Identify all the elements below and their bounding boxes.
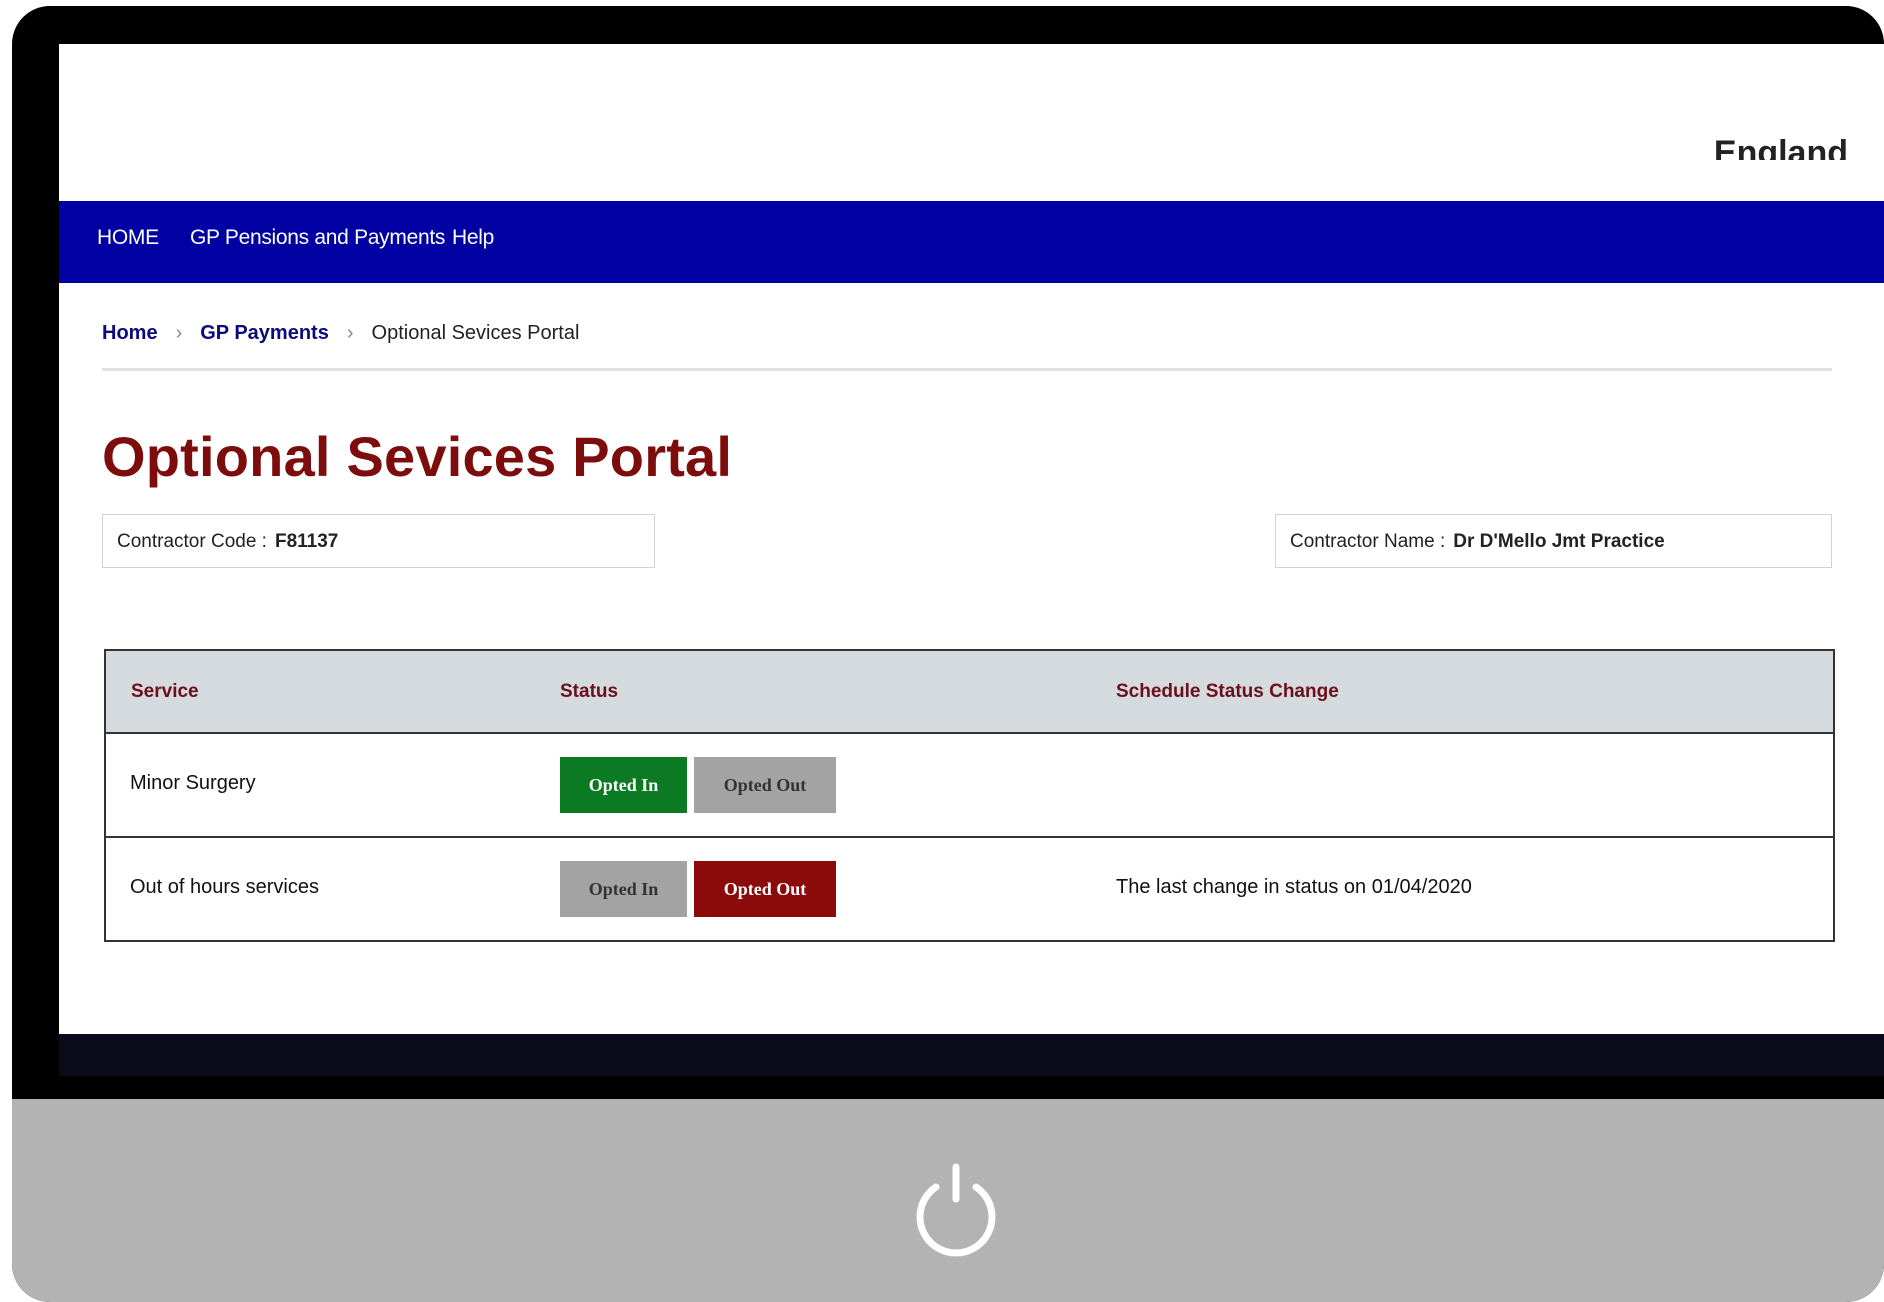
site-footer [59,1034,1884,1076]
chevron-right-icon: › [346,322,354,344]
schedule-status-text: The last change in status on 01/04/2020 [1116,876,1472,898]
breadcrumb: Home › GP Payments › Optional Sevices Portal [102,322,1832,354]
table-row: Out of hours services Opted In Opted Out… [106,838,1833,940]
monitor-frame: England HOME GP Pensions and Payments He… [12,6,1884,1302]
contractor-code-box: Contractor Code : F81137 [102,514,655,568]
table-row: Minor Surgery Opted In Opted Out [106,734,1833,838]
contractor-code-label: Contractor Code : [117,531,267,552]
contractor-name-value: Dr D'Mello Jmt Practice [1453,531,1665,552]
column-header-status: Status [560,681,619,702]
breadcrumb-divider [102,368,1832,371]
browser-screen: England HOME GP Pensions and Payments He… [59,44,1884,1076]
contractor-code-value: F81137 [274,531,339,552]
service-name: Minor Surgery [130,772,256,794]
power-icon[interactable] [908,1159,1004,1259]
nav-item-home[interactable]: HOME [97,226,159,250]
page-title: Optional Sevices Portal [102,425,733,488]
site-header: England [59,44,1884,201]
brand-logo-text: England [1713,136,1848,160]
opted-in-button[interactable]: Opted In [560,861,687,917]
contractor-name-box: Contractor Name : Dr D'Mello Jmt Practice [1275,514,1832,568]
column-header-schedule: Schedule Status Change [1116,681,1339,702]
service-name: Out of hours services [130,876,319,898]
opted-out-button[interactable]: Opted Out [694,861,836,917]
breadcrumb-home[interactable]: Home [102,322,158,344]
column-header-service: Service [131,681,199,702]
breadcrumb-current: Optional Sevices Portal [371,322,580,344]
monitor-chin [12,1099,1884,1302]
opted-out-button[interactable]: Opted Out [694,757,836,813]
top-navigation: HOME GP Pensions and Payments Help [59,201,1884,283]
chevron-right-icon: › [175,322,183,344]
nav-item-help[interactable]: Help [452,226,494,250]
nav-item-gp-pensions-payments[interactable]: GP Pensions and Payments [190,226,445,250]
contractor-name-label: Contractor Name : [1290,531,1446,552]
table-header-row: Service Status Schedule Status Change [106,651,1833,734]
opted-in-button[interactable]: Opted In [560,757,687,813]
breadcrumb-gp-payments[interactable]: GP Payments [200,322,329,344]
services-table: Service Status Schedule Status Change Mi… [104,649,1835,942]
